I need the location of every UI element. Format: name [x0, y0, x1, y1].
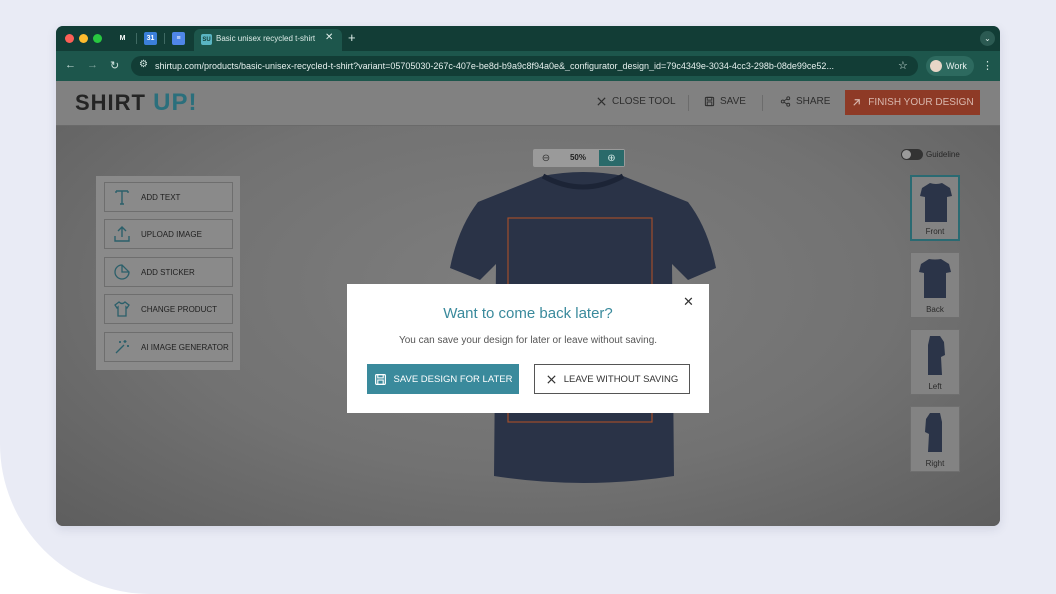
save-button[interactable]: SAVE [704, 96, 746, 107]
site-header: SHIRT UP! CLOSE TOOL SAVE SHARE FINISH Y… [56, 81, 1000, 125]
arrow-up-right-icon [853, 99, 861, 106]
tab-separator [136, 33, 137, 44]
share-label: SHARE [796, 96, 831, 107]
tab-strip: M 31 ≡ SU Basic unisex recycled t-shirt … [56, 26, 1000, 51]
tshirt-icon [114, 301, 130, 317]
add-sticker-button[interactable]: ADD STICKER [104, 257, 233, 287]
share-button[interactable]: SHARE [780, 96, 830, 107]
site-info-icon[interactable]: ⚙ [139, 59, 148, 70]
browser-menu-icon[interactable]: ⋮ [982, 59, 993, 72]
upload-icon [114, 226, 130, 242]
site-favicon-icon: SU [201, 34, 212, 45]
leave-without-saving-label: LEAVE WITHOUT SAVING [563, 373, 679, 385]
add-sticker-label: ADD STICKER [141, 267, 195, 277]
upload-image-button[interactable]: UPLOAD IMAGE [104, 219, 233, 249]
view-back-label: Back [926, 305, 944, 314]
tshirt-right-icon [925, 413, 942, 452]
profile-button[interactable]: Work [926, 56, 974, 76]
pinned-tab-calendar-icon[interactable]: 31 [144, 32, 157, 45]
text-icon [115, 190, 129, 205]
avatar [930, 60, 942, 72]
save-label: SAVE [720, 96, 746, 107]
pinned-tab-docs-icon[interactable]: ≡ [172, 32, 185, 45]
view-left-thumbnail[interactable]: Left [910, 329, 960, 395]
close-window-button[interactable] [65, 34, 74, 43]
tab-search-chevron-icon[interactable]: ⌄ [980, 31, 995, 46]
close-tool-label: CLOSE TOOL [612, 96, 676, 107]
save-design-for-later-label: SAVE DESIGN FOR LATER [393, 373, 513, 385]
reload-icon[interactable]: ↻ [110, 59, 119, 72]
view-left-label: Left [928, 382, 942, 391]
profile-label: Work [946, 61, 967, 71]
tshirt-front-icon [920, 183, 952, 222]
guideline-toggle[interactable] [901, 149, 923, 160]
back-arrow-icon[interactable]: ← [65, 59, 76, 71]
zoom-control: ⊖ 50% ⊕ [533, 149, 625, 167]
change-product-button[interactable]: CHANGE PRODUCT [104, 294, 233, 324]
pinned-tab-gmail-icon[interactable]: M [116, 32, 129, 45]
tool-panel: ADD TEXT UPLOAD IMAGE ADD STICKER CHANGE… [96, 176, 240, 370]
close-icon [597, 97, 606, 106]
change-product-label: CHANGE PRODUCT [141, 304, 218, 314]
close-tool-button[interactable]: CLOSE TOOL [596, 96, 676, 107]
dialog-subtitle: You can save your design for later or le… [398, 335, 658, 346]
tab-title: Basic unisex recycled t-shirt [216, 34, 316, 43]
tshirt-left-icon [928, 336, 945, 375]
share-icon [780, 96, 791, 107]
tshirt-back-icon [919, 259, 951, 298]
tab-active[interactable]: SU Basic unisex recycled t-shirt ✕ [194, 29, 342, 51]
magic-wand-icon [115, 340, 129, 354]
logo-text: SHIRT [75, 90, 146, 115]
dialog-title: Want to come back later? [443, 305, 613, 322]
new-tab-icon[interactable]: + [348, 30, 356, 45]
toggle-knob [902, 150, 911, 159]
maximize-window-button[interactable] [93, 34, 102, 43]
view-right-thumbnail[interactable]: Right [910, 406, 960, 472]
tab-separator [164, 33, 165, 44]
zoom-in-icon[interactable]: ⊕ [599, 150, 624, 166]
view-right-label: Right [925, 459, 945, 468]
bookmark-star-icon[interactable]: ☆ [898, 59, 908, 72]
logo-accent: UP! [153, 89, 198, 116]
save-prompt-dialog: ✕ Want to come back later? You can save … [347, 284, 709, 413]
browser-window: M 31 ≡ SU Basic unisex recycled t-shirt … [56, 26, 1000, 526]
save-icon [704, 96, 715, 107]
shirtup-logo[interactable]: SHIRT UP! [75, 89, 197, 117]
close-icon [547, 374, 556, 384]
ai-image-generator-button[interactable]: AI IMAGE GENERATOR [104, 332, 233, 362]
forward-arrow-icon[interactable]: → [87, 59, 98, 71]
view-front-label: Front [925, 227, 945, 236]
minimize-window-button[interactable] [79, 34, 88, 43]
finish-design-label: FINISH YOUR DESIGN [868, 97, 974, 108]
view-front-thumbnail[interactable]: Front [910, 175, 960, 241]
leave-without-saving-button[interactable]: LEAVE WITHOUT SAVING [534, 364, 690, 394]
url-text[interactable]: shirtup.com/products/basic-unisex-recycl… [155, 61, 890, 71]
ai-image-generator-label: AI IMAGE GENERATOR [141, 342, 229, 352]
zoom-level: 50% [569, 153, 586, 162]
header-separator [762, 95, 763, 111]
add-text-button[interactable]: ADD TEXT [104, 182, 233, 212]
finish-design-button[interactable]: FINISH YOUR DESIGN [845, 90, 980, 115]
add-text-label: ADD TEXT [141, 192, 181, 202]
guideline-label: Guideline [926, 150, 960, 159]
upload-image-label: UPLOAD IMAGE [141, 229, 202, 239]
sticker-icon [114, 264, 130, 280]
view-back-thumbnail[interactable]: Back [910, 252, 960, 318]
url-input[interactable]: ⚙ shirtup.com/products/basic-unisex-recy… [131, 56, 918, 76]
save-icon [374, 373, 386, 385]
header-separator [688, 95, 689, 111]
tab-close-icon[interactable]: ✕ [325, 32, 333, 43]
address-bar: ← → ↻ ⚙ shirtup.com/products/basic-unise… [56, 51, 1000, 81]
save-design-for-later-button[interactable]: SAVE DESIGN FOR LATER [367, 364, 519, 394]
zoom-out-icon[interactable]: ⊖ [533, 149, 559, 167]
